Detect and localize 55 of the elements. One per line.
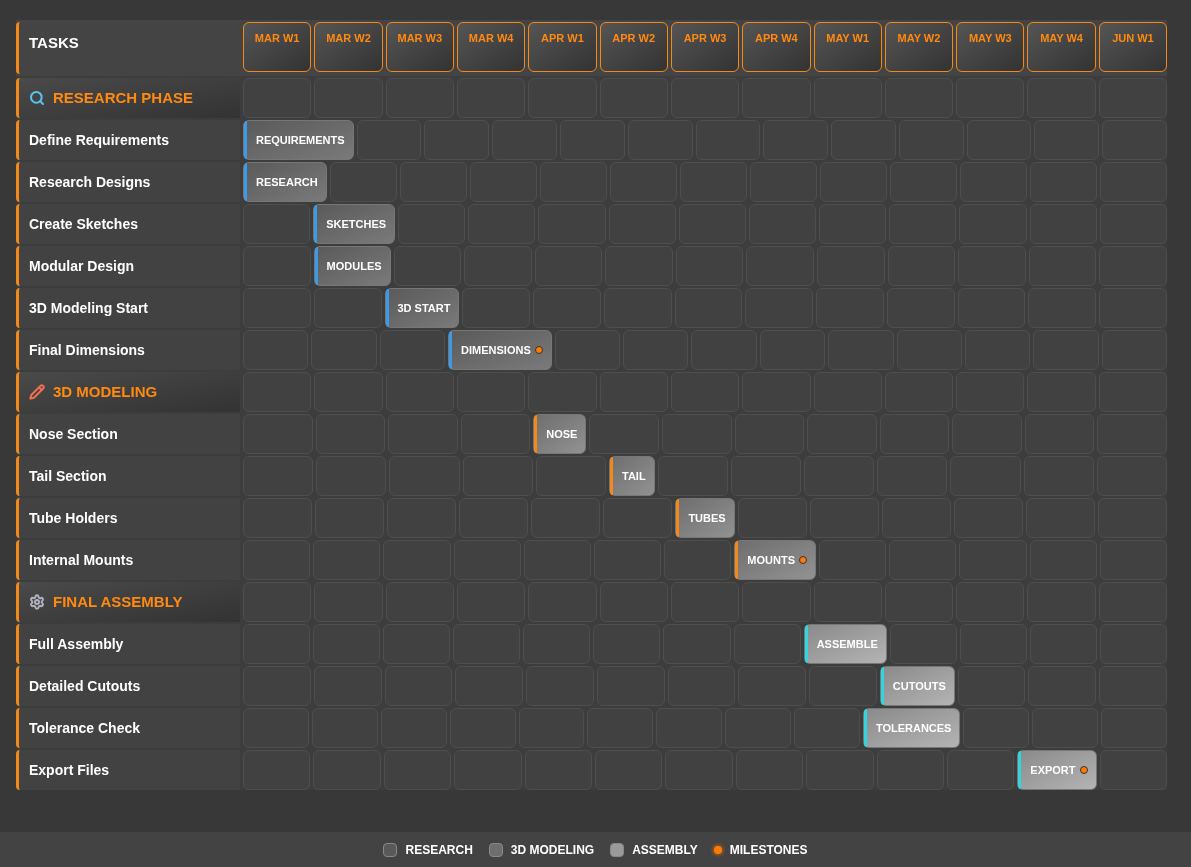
task-bar[interactable]: RESEARCH xyxy=(243,162,327,202)
task-label: Nose Section xyxy=(16,414,240,454)
tasks-header: TASKS xyxy=(16,22,240,74)
phase-title: FINAL ASSEMBLY xyxy=(53,591,183,612)
legend-swatch xyxy=(488,842,503,857)
gear-icon xyxy=(29,594,45,610)
week-header: APR W2 xyxy=(599,22,668,72)
task-label: Create Sketches xyxy=(16,204,240,244)
task-bar[interactable]: TUBES xyxy=(675,498,735,538)
task-bar[interactable]: NOSE xyxy=(533,414,587,454)
legend-label: RESEARCH xyxy=(405,841,473,859)
task-bar[interactable]: SKETCHES xyxy=(313,204,396,244)
legend-label: 3D MODELING xyxy=(510,841,595,859)
legend-label: MILESTONES xyxy=(729,841,808,859)
task-bar[interactable]: DIMENSIONS xyxy=(448,330,552,370)
task-label: Define Requirements xyxy=(16,120,240,160)
task-bar[interactable]: TAIL xyxy=(609,456,655,496)
task-label: Tail Section xyxy=(16,456,240,496)
week-header: APR W3 xyxy=(670,22,740,72)
week-header: MAY W3 xyxy=(956,22,1025,72)
week-header: APR W1 xyxy=(528,22,597,72)
task-label: Internal Mounts xyxy=(16,540,240,580)
week-header: MAY W4 xyxy=(1027,22,1096,72)
task-bar[interactable]: EXPORT xyxy=(1017,750,1097,790)
week-header: MAY W2 xyxy=(884,22,954,72)
search-icon xyxy=(29,90,45,106)
legend-swatch xyxy=(383,842,398,857)
task-bar[interactable]: MOUNTS xyxy=(734,540,816,580)
task-label: 3D Modeling Start xyxy=(16,288,240,328)
week-header: MAR W2 xyxy=(314,22,383,72)
task-bar[interactable]: REQUIREMENTS xyxy=(243,120,354,160)
phase-title: RESEARCH PHASE xyxy=(53,87,194,108)
task-bar[interactable]: TOLERANCES xyxy=(862,708,961,748)
task-label: Tube Holders xyxy=(16,498,240,538)
task-label: Tolerance Check xyxy=(16,708,240,748)
legend-swatch xyxy=(610,842,625,857)
task-label: Full Assembly xyxy=(16,624,240,664)
task-bar[interactable]: ASSEMBLE xyxy=(803,624,887,664)
task-label: Final Dimensions xyxy=(16,330,240,370)
task-bar[interactable]: MODULES xyxy=(313,246,391,286)
week-header: MAR W4 xyxy=(456,22,526,72)
legend-label: ASSEMBLY xyxy=(632,841,698,859)
week-header: MAY W1 xyxy=(813,22,882,72)
task-bar[interactable]: CUTOUTS xyxy=(879,666,955,706)
week-header: JUN W1 xyxy=(1098,22,1168,72)
week-header: MAR W1 xyxy=(243,22,312,72)
task-label: Modular Design xyxy=(16,246,240,286)
task-label: Detailed Cutouts xyxy=(16,666,240,706)
week-header: APR W4 xyxy=(742,22,811,72)
week-header: MAR W3 xyxy=(385,22,454,72)
task-bar[interactable]: 3D START xyxy=(384,288,460,328)
phase-title: 3D MODELING xyxy=(53,381,158,402)
pencil-icon xyxy=(29,384,45,400)
task-label: Research Designs xyxy=(16,162,240,202)
task-label: Export Files xyxy=(16,750,240,790)
